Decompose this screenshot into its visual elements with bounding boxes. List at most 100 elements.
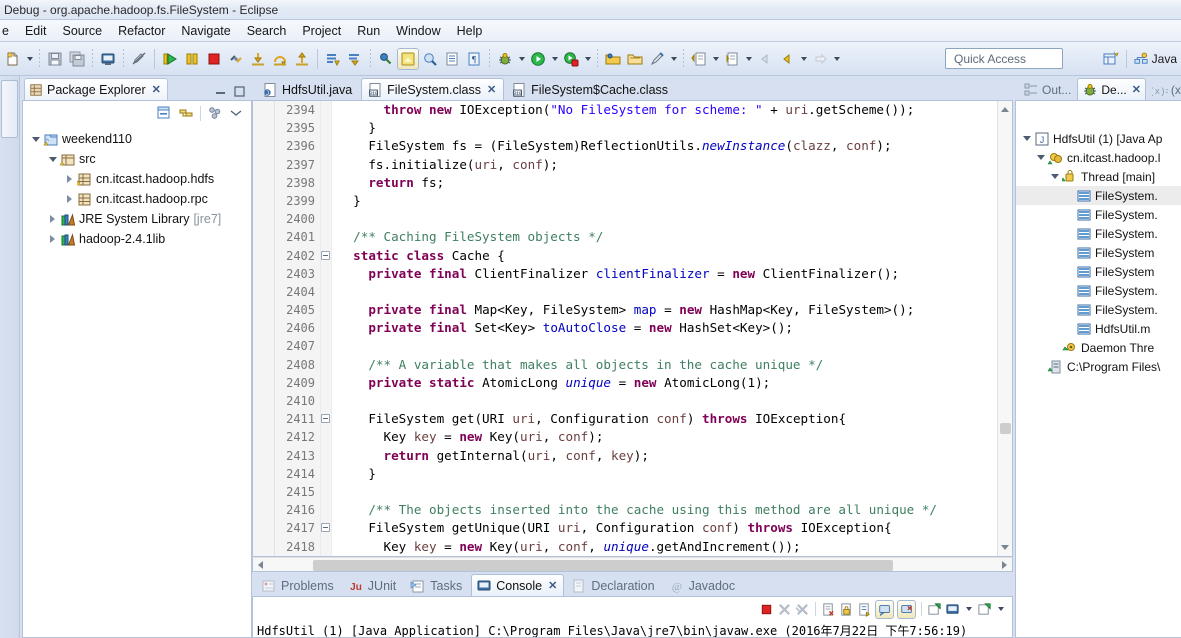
external-tools-dropdown-arrow[interactable] bbox=[582, 48, 593, 70]
close-icon[interactable]: ✕ bbox=[1132, 83, 1141, 96]
fold-cell[interactable] bbox=[321, 137, 331, 155]
folder-search-icon[interactable] bbox=[624, 48, 646, 70]
package-tree-item[interactable]: weekend110 bbox=[29, 129, 251, 149]
show-console-error-button[interactable] bbox=[897, 599, 916, 619]
twisty-open-icon[interactable] bbox=[29, 133, 42, 146]
editor-horizontal-scrollbar[interactable] bbox=[252, 557, 1013, 572]
open-type-icon[interactable] bbox=[419, 48, 441, 70]
debug-tree-item[interactable]: FileSystem. bbox=[1016, 205, 1181, 224]
code-line[interactable] bbox=[338, 283, 1012, 301]
fold-cell[interactable] bbox=[321, 192, 331, 210]
fold-cell[interactable] bbox=[321, 283, 331, 301]
fold-cell[interactable] bbox=[321, 483, 331, 501]
debug-tree-item[interactable]: FileSystem. bbox=[1016, 281, 1181, 300]
remove-all-launches-button[interactable] bbox=[795, 602, 810, 617]
minimize-icon[interactable] bbox=[214, 86, 227, 97]
code-line[interactable] bbox=[338, 337, 1012, 355]
debug-bug-icon[interactable] bbox=[494, 48, 516, 70]
menu-item-source[interactable]: Source bbox=[55, 22, 111, 40]
fold-collapse-icon[interactable] bbox=[321, 523, 330, 533]
package-tree-item[interactable]: hadoop-2.4.1lib bbox=[29, 229, 251, 249]
run-green-icon[interactable] bbox=[527, 48, 549, 70]
open-perspective-icon[interactable] bbox=[1100, 48, 1122, 70]
menu-item-navigate[interactable]: Navigate bbox=[173, 22, 238, 40]
code-line[interactable]: /** Caching FileSystem objects */ bbox=[338, 228, 1012, 246]
scroll-lock-button[interactable] bbox=[839, 602, 854, 617]
fold-cell[interactable] bbox=[321, 101, 331, 119]
console-output-text[interactable]: HdfsUtil (1) [Java Application] C:\Progr… bbox=[253, 621, 1012, 637]
annotation-next-icon[interactable] bbox=[688, 48, 710, 70]
perspective-tab-java[interactable]: Java bbox=[1131, 50, 1181, 69]
back-yellow-icon[interactable] bbox=[776, 48, 798, 70]
console-tab-problems[interactable]: Problems bbox=[256, 574, 341, 596]
fold-cell[interactable] bbox=[321, 501, 331, 519]
link-with-editor-icon[interactable] bbox=[178, 105, 194, 121]
step-over-icon[interactable] bbox=[269, 48, 291, 70]
scroll-up-arrow[interactable] bbox=[1000, 104, 1011, 115]
code-line[interactable] bbox=[338, 392, 1012, 410]
code-line[interactable]: /** A variable that makes all objects in… bbox=[338, 356, 1012, 374]
collapse-all-icon[interactable] bbox=[156, 105, 172, 121]
save-icon[interactable] bbox=[44, 48, 66, 70]
fold-cell[interactable] bbox=[321, 465, 331, 483]
open-console-button[interactable] bbox=[977, 602, 992, 617]
fold-cell[interactable] bbox=[321, 265, 331, 283]
scroll-down-arrow[interactable] bbox=[1000, 542, 1011, 553]
fold-collapse-icon[interactable] bbox=[321, 414, 330, 424]
back-gray-icon[interactable] bbox=[754, 48, 776, 70]
code-line[interactable]: FileSystem get(URI uri, Configuration co… bbox=[338, 410, 1012, 428]
debug-panel-tab-out[interactable]: Out... bbox=[1018, 78, 1076, 100]
console-tab-javadoc[interactable]: @ Javadoc bbox=[664, 574, 743, 596]
code-line[interactable]: } bbox=[338, 192, 1012, 210]
menu-item-edit[interactable]: Edit bbox=[17, 22, 55, 40]
fold-cell[interactable] bbox=[321, 519, 331, 537]
fold-cell[interactable] bbox=[321, 319, 331, 337]
package-tree-item[interactable]: JRE System Library [jre7] bbox=[29, 209, 251, 229]
scroll-right-arrow[interactable] bbox=[999, 560, 1010, 571]
step-return-icon[interactable] bbox=[291, 48, 313, 70]
fold-cell[interactable] bbox=[321, 228, 331, 246]
scroll-left-arrow[interactable] bbox=[255, 560, 266, 571]
debug-tree-item[interactable]: Thread [main] bbox=[1016, 167, 1181, 186]
clear-console-button[interactable] bbox=[821, 602, 836, 617]
new-dropdown-arrow[interactable] bbox=[24, 48, 35, 70]
debug-panel-tab-de[interactable]: De... ✕ bbox=[1077, 78, 1146, 100]
new-wizard-icon[interactable] bbox=[2, 48, 24, 70]
fold-cell[interactable] bbox=[321, 156, 331, 174]
save-all-icon[interactable] bbox=[66, 48, 88, 70]
debug-tree-item[interactable]: Daemon Thre bbox=[1016, 338, 1181, 357]
fold-cell[interactable] bbox=[321, 447, 331, 465]
twisty-closed-icon[interactable] bbox=[63, 193, 76, 206]
debug-tree-item[interactable]: FileSystem bbox=[1016, 243, 1181, 262]
close-icon[interactable]: ✕ bbox=[548, 579, 557, 592]
code-line[interactable]: static class Cache { bbox=[338, 247, 1012, 265]
open-task-icon[interactable] bbox=[441, 48, 463, 70]
pin-console-icon[interactable] bbox=[397, 47, 419, 70]
debug-dropdown-arrow[interactable] bbox=[516, 48, 527, 70]
editor-folding-ruler[interactable] bbox=[321, 101, 332, 556]
back-dropdown-arrow[interactable] bbox=[798, 48, 809, 70]
code-line[interactable]: private final Map<Key, FileSystem> map =… bbox=[338, 301, 1012, 319]
suspend-icon[interactable] bbox=[181, 48, 203, 70]
fold-cell[interactable] bbox=[321, 119, 331, 137]
menu-item-run[interactable]: Run bbox=[349, 22, 388, 40]
editor-source-code[interactable]: throw new IOException("No FileSystem for… bbox=[332, 101, 1012, 556]
brush-dropdown-arrow[interactable] bbox=[668, 48, 679, 70]
print-icon[interactable] bbox=[97, 48, 119, 70]
brush-icon[interactable] bbox=[646, 48, 668, 70]
pencil-strike-icon[interactable] bbox=[128, 48, 150, 70]
code-line[interactable]: private final ClientFinalizer clientFina… bbox=[338, 265, 1012, 283]
remove-launch-button[interactable] bbox=[777, 602, 792, 617]
breadcrumb-icon[interactable]: ¶ bbox=[463, 48, 485, 70]
console-tab-declaration[interactable]: Declaration bbox=[566, 574, 661, 596]
fold-cell[interactable] bbox=[321, 410, 331, 428]
fold-cell[interactable] bbox=[321, 174, 331, 192]
menu-item-help[interactable]: Help bbox=[449, 22, 491, 40]
twisty-closed-icon[interactable] bbox=[46, 233, 59, 246]
code-line[interactable]: /** The objects inserted into the cache … bbox=[338, 501, 1012, 519]
code-line[interactable]: fs.initialize(uri, conf); bbox=[338, 156, 1012, 174]
package-tree-item[interactable]: cn.itcast.hadoop.hdfs bbox=[29, 169, 251, 189]
twisty-open-icon[interactable] bbox=[1020, 132, 1033, 145]
view-menu-chevron-icon[interactable] bbox=[229, 108, 243, 118]
console-tab-console[interactable]: Console ✕ bbox=[471, 574, 565, 596]
